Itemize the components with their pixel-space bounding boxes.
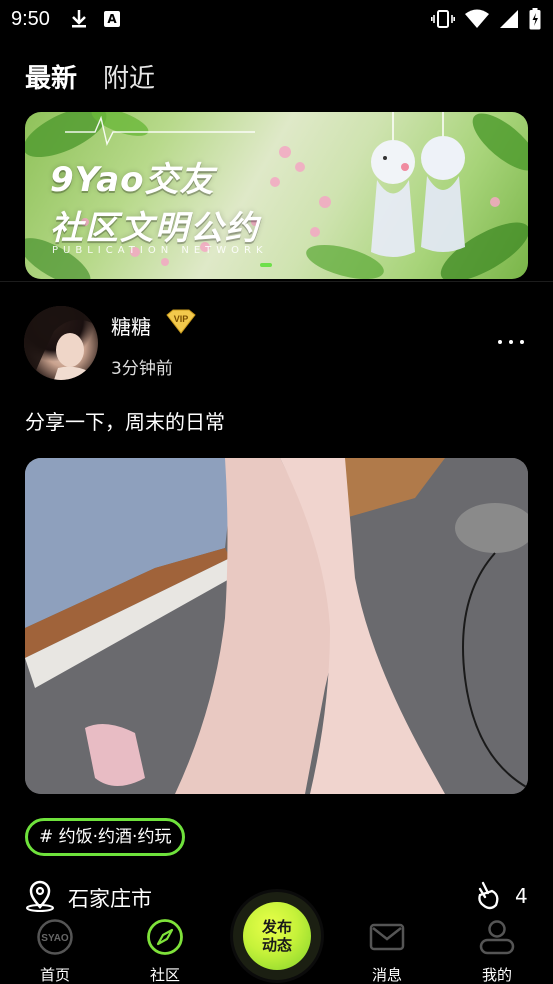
community-banner[interactable]: 9Yao交友 社区文明公约 PUBLICATION NETWORK xyxy=(25,112,528,279)
nav-messages[interactable]: 消息 xyxy=(352,918,422,984)
post-photo[interactable] xyxy=(25,458,528,794)
location-pin-icon xyxy=(26,880,54,912)
status-time: 9:50 xyxy=(11,8,50,30)
topic-tag[interactable]: # 约饭·约酒·约玩 xyxy=(25,818,186,856)
download-icon xyxy=(72,10,86,28)
battery-icon xyxy=(529,8,541,30)
tab-nearby[interactable]: 附近 xyxy=(103,58,155,95)
signal-icon xyxy=(500,10,518,28)
more-options-icon[interactable] xyxy=(498,340,524,344)
vip-label: VIP xyxy=(174,314,189,324)
nav-home[interactable]: SYAO 首页 xyxy=(20,918,90,984)
banner-subtitle: 社区文明公约 xyxy=(50,208,260,247)
banner-pager xyxy=(260,263,272,267)
nav-mine[interactable]: 我的 xyxy=(462,918,532,984)
vip-badge-icon: VIP xyxy=(166,309,196,334)
divider xyxy=(0,281,553,282)
user-icon xyxy=(479,920,515,955)
post-time: 3分钟前 xyxy=(111,359,173,379)
wifi-icon xyxy=(465,9,489,28)
feed-tabs: 最新 附近 xyxy=(25,58,155,95)
post-text: 分享一下，周末的日常 xyxy=(25,410,225,434)
tab-latest[interactable]: 最新 xyxy=(25,58,77,95)
status-bar: 9:50 A xyxy=(0,0,553,40)
like-count: 4 xyxy=(515,884,528,908)
nav-mine-label: 我的 xyxy=(481,966,512,984)
compass-icon xyxy=(147,919,183,955)
avatar[interactable] xyxy=(24,306,98,380)
pager-dot-active xyxy=(260,263,272,267)
nav-home-label: 首页 xyxy=(39,966,70,984)
finger-heart-icon[interactable] xyxy=(474,879,504,911)
publish-label: 发布动态 xyxy=(261,918,292,954)
a-icon: A xyxy=(104,11,120,27)
nav-messages-label: 消息 xyxy=(371,966,402,984)
system-icons xyxy=(431,8,541,30)
svg-text:SYAO: SYAO xyxy=(41,933,69,944)
vibrate-icon xyxy=(431,10,455,28)
banner-title: 9Yao交友 xyxy=(50,160,215,200)
mail-icon xyxy=(369,923,405,951)
publish-button[interactable]: 发布动态 xyxy=(243,902,311,970)
banner-caption: PUBLICATION NETWORK xyxy=(52,245,268,256)
nav-community-label: 社区 xyxy=(149,966,180,984)
username[interactable]: 糖糖 xyxy=(111,311,151,340)
location-text: 石家庄市 xyxy=(68,887,152,911)
home-logo-icon: SYAO xyxy=(37,919,73,955)
nav-community[interactable]: 社区 xyxy=(130,918,200,984)
